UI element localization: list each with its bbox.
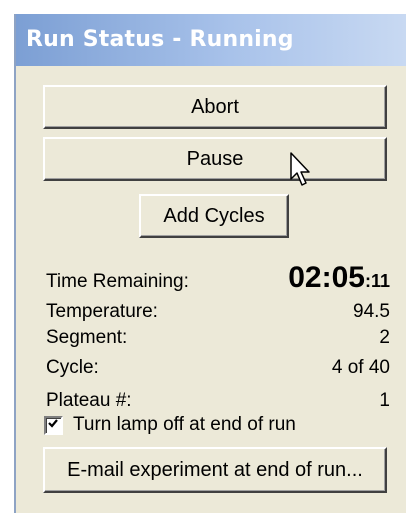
plateau-row: Plateau #: 1 xyxy=(46,390,390,412)
window-title: Run Status - Running xyxy=(26,27,294,52)
run-status-panel: Run Status - Running Abort Pause Add Cyc… xyxy=(14,14,406,513)
time-remaining-label: Time Remaining: xyxy=(46,271,189,292)
checkmark-icon xyxy=(48,418,58,428)
mouse-pointer-icon xyxy=(290,152,310,186)
title-bar[interactable]: Run Status - Running xyxy=(16,14,406,66)
temperature-value: 94.5 xyxy=(353,301,390,322)
abort-button[interactable]: Abort xyxy=(43,85,387,129)
pause-button[interactable]: Pause xyxy=(43,137,387,181)
lamp-off-checkbox[interactable] xyxy=(44,415,63,435)
temperature-row: Temperature: 94.5 xyxy=(46,301,390,323)
time-remaining-row: Time Remaining: 02:05:11 xyxy=(46,261,390,295)
email-experiment-button[interactable]: E-mail experiment at end of run... xyxy=(43,447,387,493)
add-cycles-button[interactable]: Add Cycles xyxy=(139,194,289,238)
run-status-page: Run Status - Running Abort Pause Add Cyc… xyxy=(0,0,408,513)
temperature-label: Temperature: xyxy=(46,301,158,322)
time-remaining-seconds: :11 xyxy=(364,271,390,291)
plateau-label: Plateau #: xyxy=(46,390,132,411)
cycle-row: Cycle: 4 of 40 xyxy=(46,357,390,379)
segment-label: Segment: xyxy=(46,327,128,348)
segment-value: 2 xyxy=(379,327,390,348)
plateau-value: 1 xyxy=(379,390,390,411)
time-remaining-value: 02:05:11 xyxy=(288,261,390,295)
segment-row: Segment: 2 xyxy=(46,327,390,349)
cycle-label: Cycle: xyxy=(46,357,99,378)
lamp-off-label: Turn lamp off at end of run xyxy=(73,414,296,435)
time-remaining-main: 02:05 xyxy=(288,261,365,294)
lamp-off-option[interactable]: Turn lamp off at end of run xyxy=(44,414,296,436)
cycle-value: 4 of 40 xyxy=(331,357,390,378)
